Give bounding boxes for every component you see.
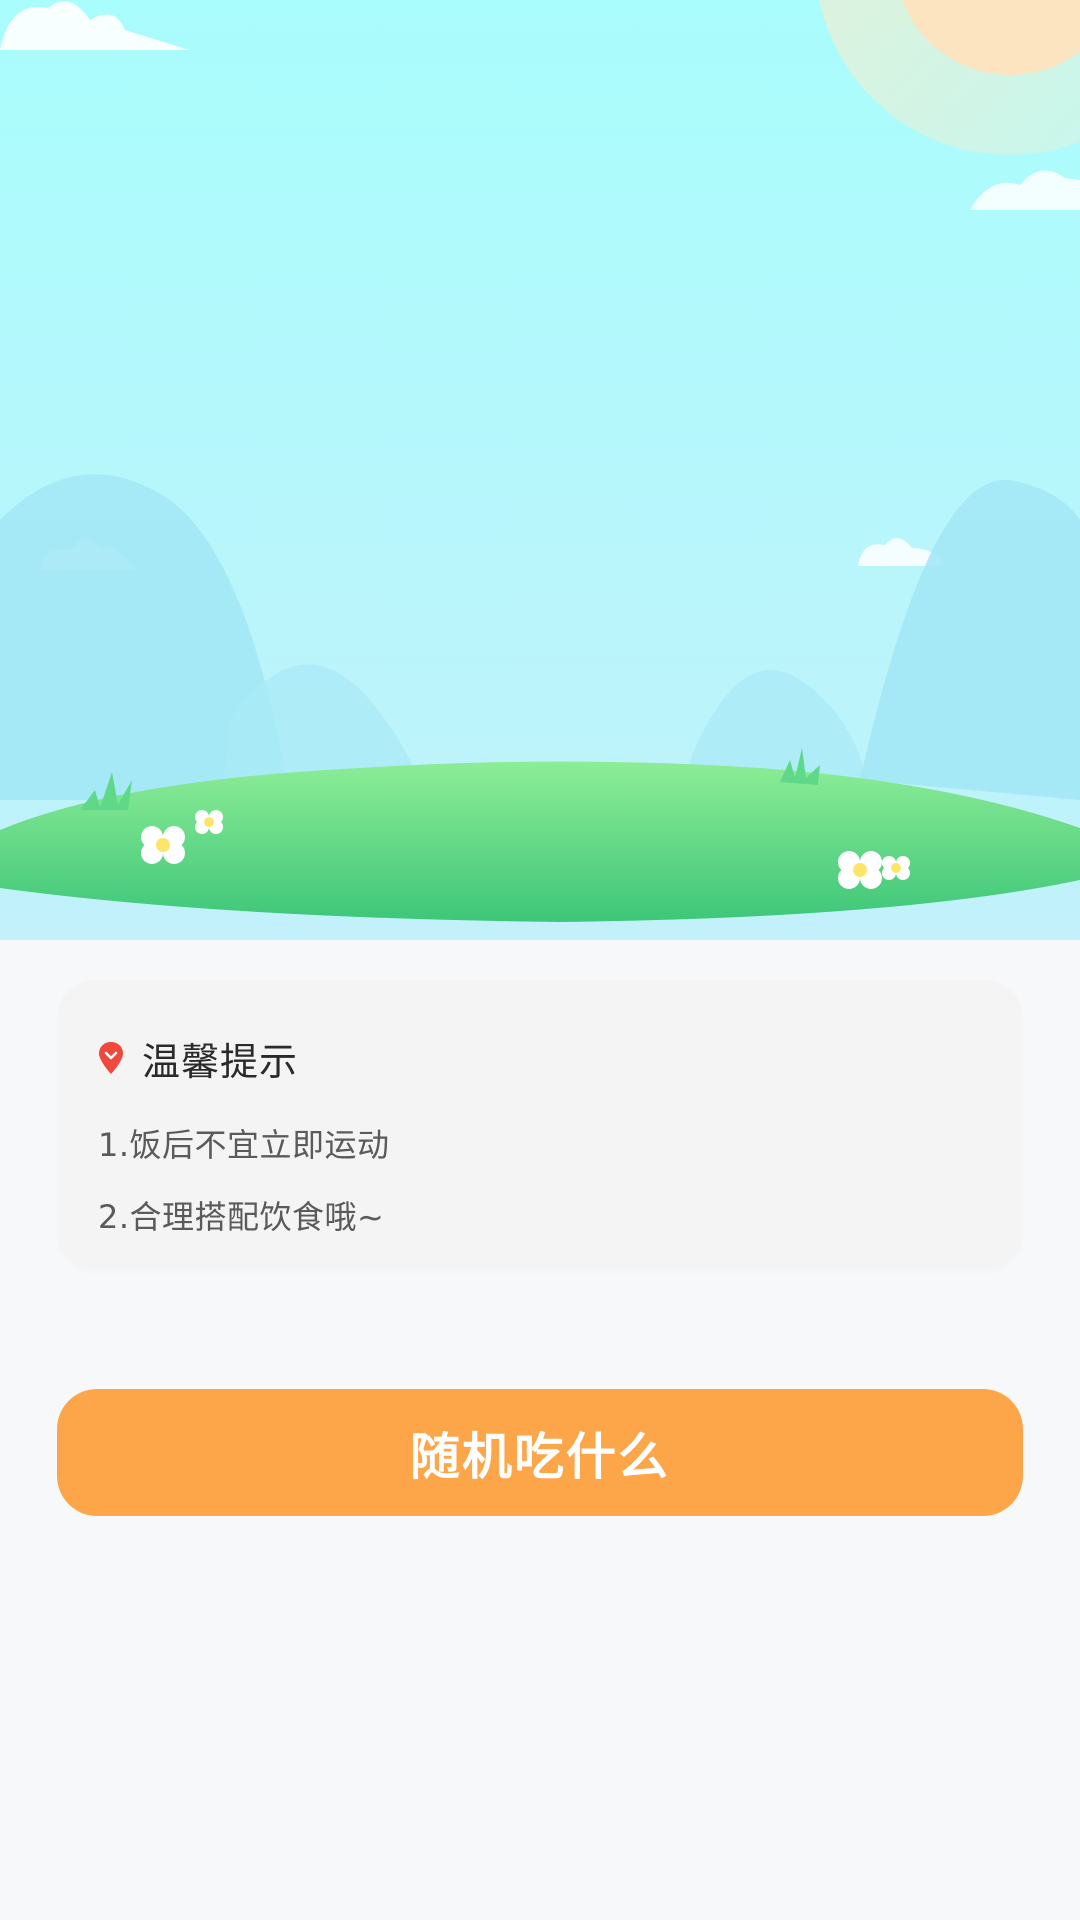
tips-card: 温馨提示 1.饭后不宜立即运动 2.合理搭配饮食哦~ xyxy=(58,980,1022,1270)
location-pin-icon xyxy=(98,1041,124,1075)
tip-item: 1.饭后不宜立即运动 xyxy=(98,1126,390,1164)
tip-item: 2.合理搭配饮食哦~ xyxy=(98,1198,385,1236)
tips-title: 温馨提示 xyxy=(142,1039,299,1084)
tips-header: 温馨提示 xyxy=(98,1030,298,1086)
hero-illustration xyxy=(0,0,1080,940)
page: 温馨提示 1.饭后不宜立即运动 2.合理搭配饮食哦~ 随机吃什么 xyxy=(0,0,1080,1920)
random-food-button[interactable]: 随机吃什么 xyxy=(57,1389,1023,1516)
